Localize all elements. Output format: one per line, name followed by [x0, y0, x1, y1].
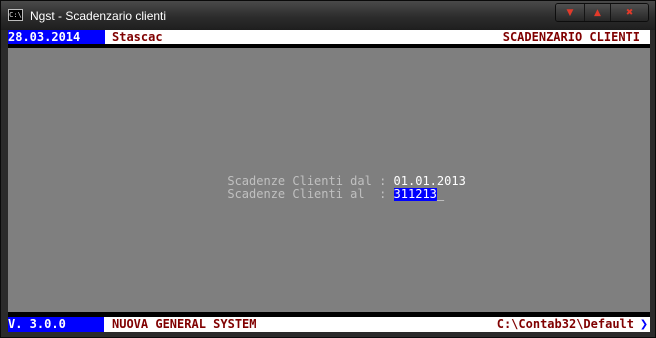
- caption-buttons: ▼ ▲ ✖: [555, 3, 649, 22]
- screen-title: SCADENZARIO CLIENTI: [502, 30, 640, 44]
- text-cursor: _: [436, 187, 445, 201]
- from-date-row: Scadenze Clienti dal : 01.01.2013: [184, 162, 465, 188]
- current-date: 28.03.2014: [8, 30, 105, 44]
- to-date-label: Scadenze Clienti al :: [227, 187, 387, 201]
- version-label: V. 3.0.0: [8, 317, 104, 332]
- header-divider: [8, 44, 650, 48]
- maximize-button[interactable]: ▲: [585, 4, 611, 21]
- to-date-row: Scadenze Clienti al : 311213_: [184, 175, 444, 201]
- program-name: Stascac: [112, 30, 163, 44]
- title-bar[interactable]: C:\ Ngst - Scadenzario clienti ▼ ▲ ✖: [1, 1, 655, 30]
- chevron-down-icon[interactable]: ❯: [638, 317, 650, 332]
- header-status-bar: 28.03.2014 Stascac SCADENZARIO CLIENTI: [8, 30, 650, 44]
- minimize-button[interactable]: ▼: [556, 4, 585, 21]
- window-title: Ngst - Scadenzario clienti: [30, 9, 167, 23]
- close-button[interactable]: ✖: [611, 4, 648, 21]
- system-name: NUOVA GENERAL SYSTEM: [112, 317, 257, 331]
- minimize-icon: ▼: [566, 7, 574, 18]
- maximize-icon: ▲: [594, 7, 601, 18]
- working-path: C:\Contab32\Default: [496, 317, 634, 331]
- console-icon[interactable]: C:\: [8, 9, 23, 21]
- to-date-input[interactable]: 311213: [393, 188, 437, 201]
- console-window: C:\ Ngst - Scadenzario clienti ▼ ▲ ✖ 28.…: [0, 0, 656, 338]
- footer-status-bar: V. 3.0.0 NUOVA GENERAL SYSTEM C:\Contab3…: [8, 317, 650, 332]
- console-area: 28.03.2014 Stascac SCADENZARIO CLIENTI S…: [8, 30, 650, 332]
- close-icon: ✖: [625, 7, 634, 18]
